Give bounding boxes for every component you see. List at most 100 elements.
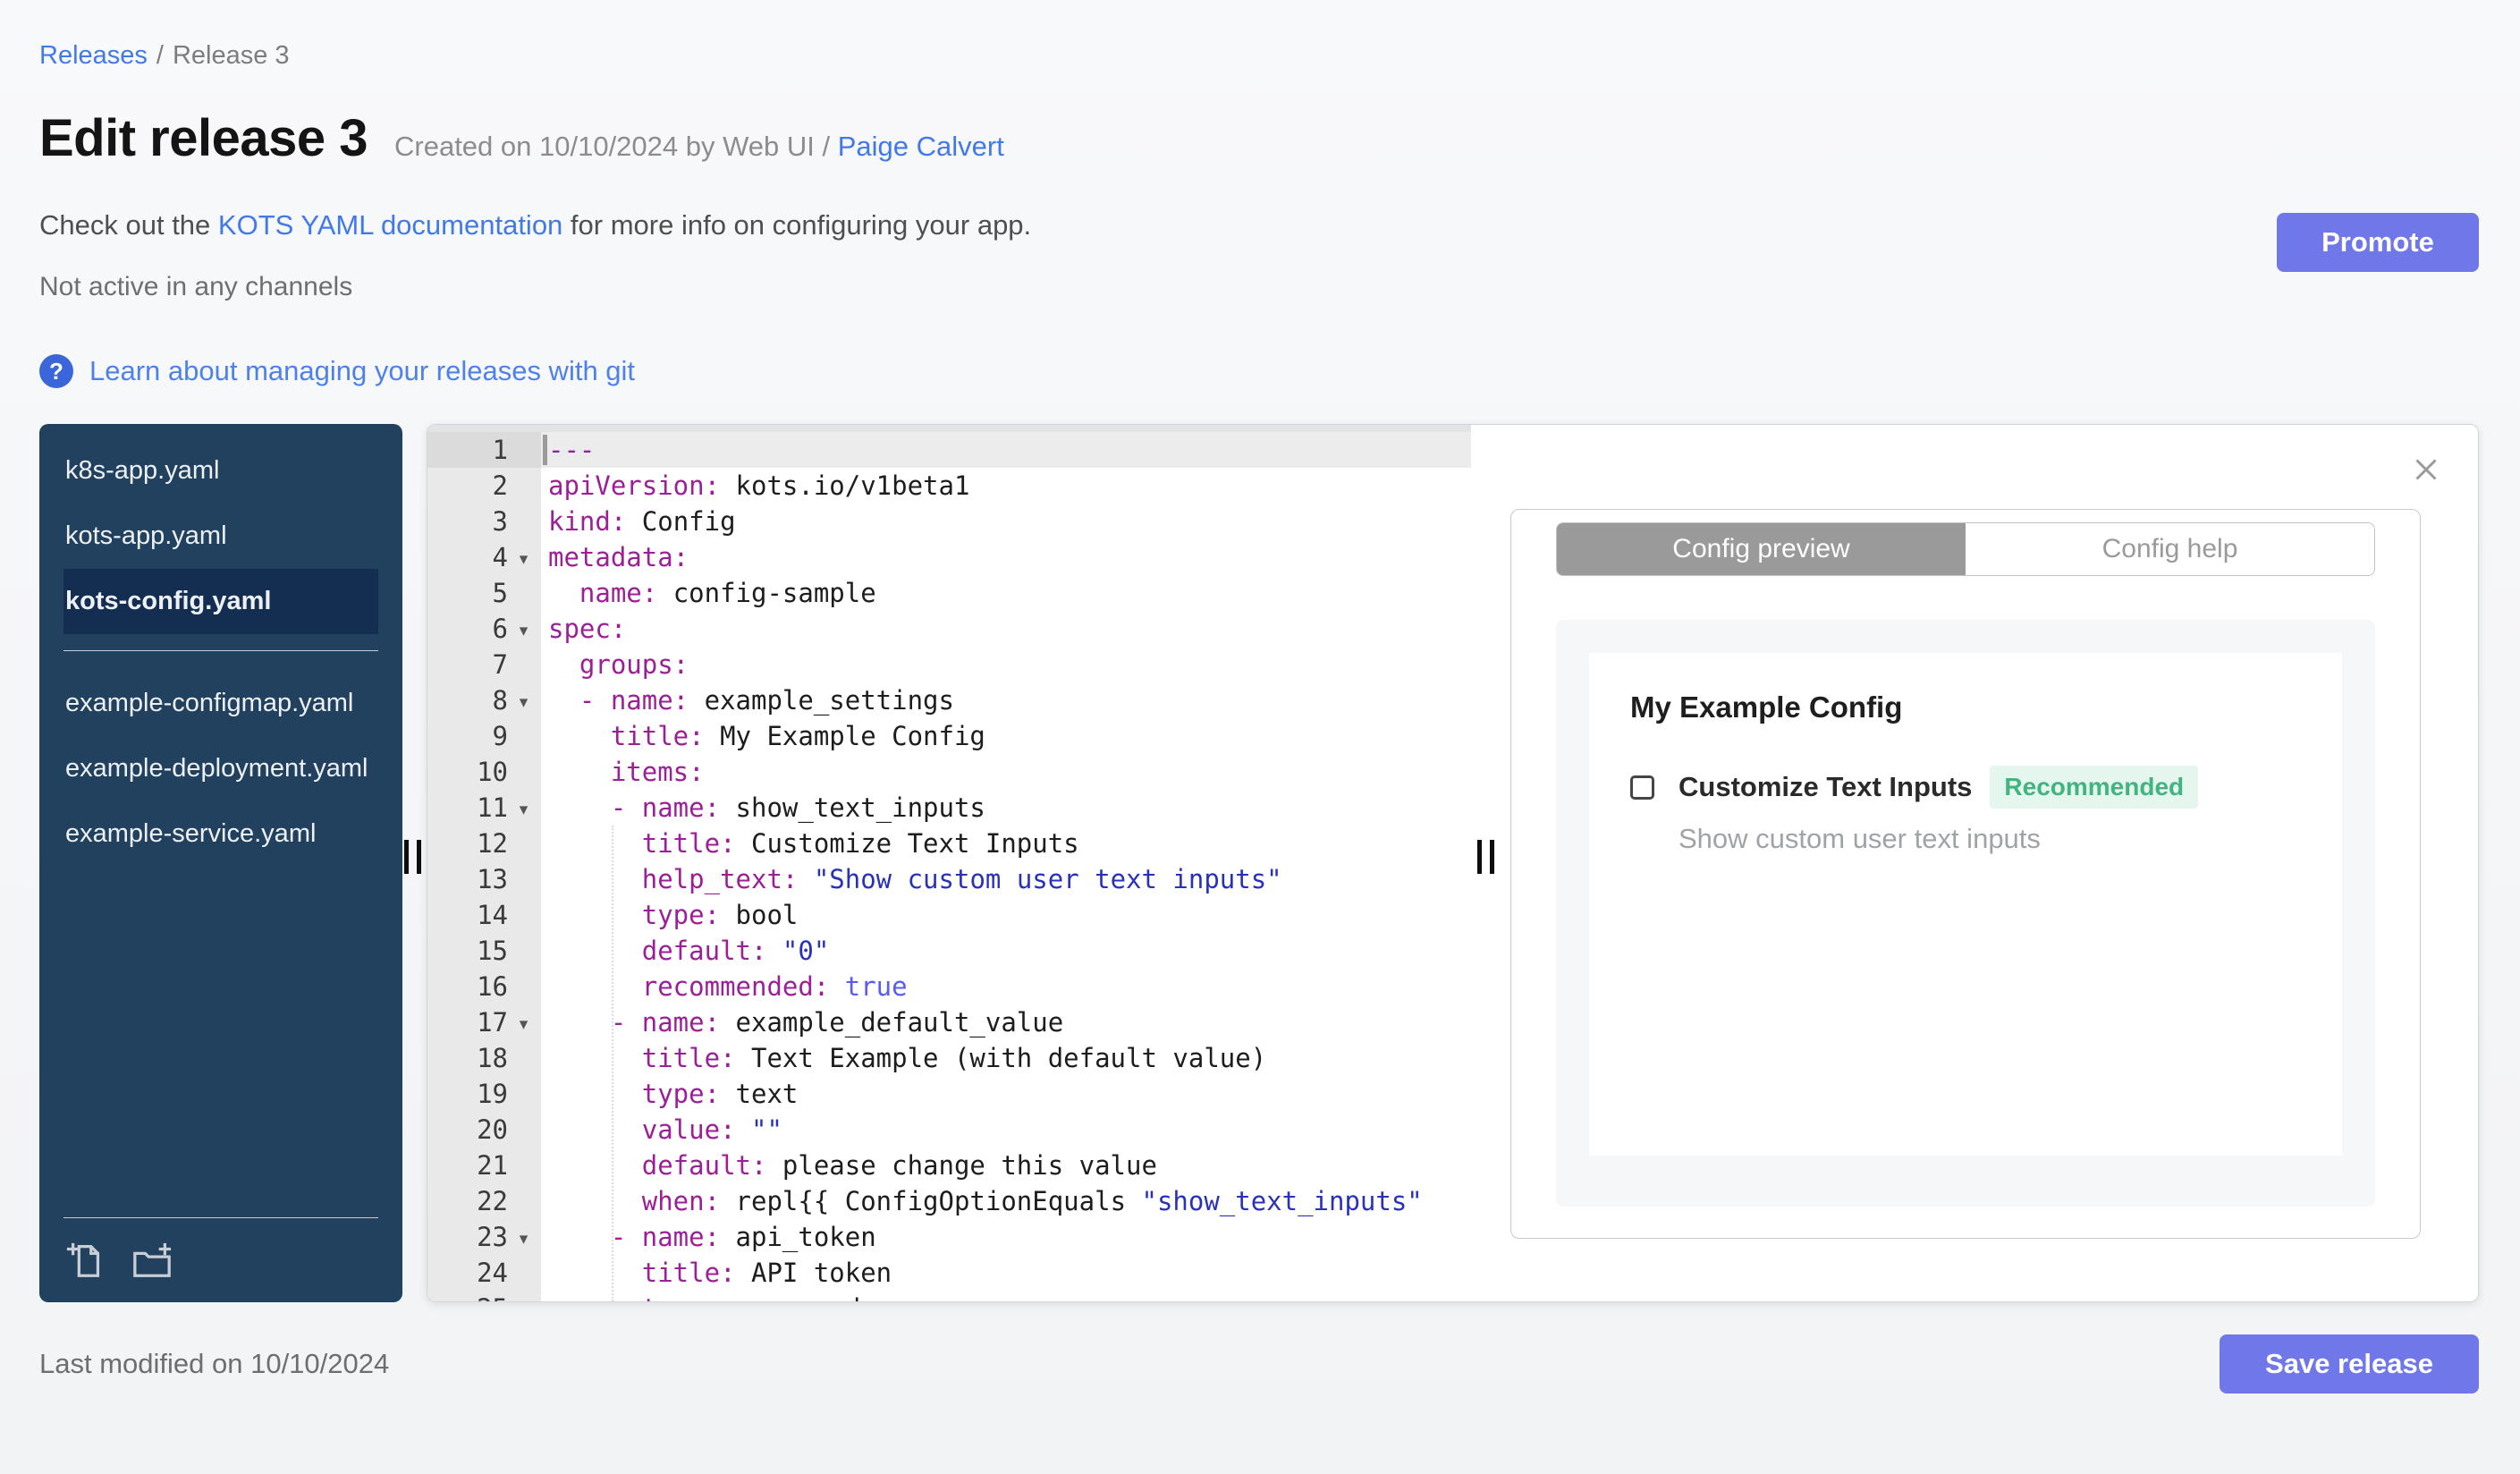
new-file-icon[interactable] [65,1240,106,1281]
config-item-row: Customize Text Inputs Recommended [1630,766,2301,809]
line-number: 5 [492,578,508,608]
fold-toggle-line-8[interactable]: ▾ [508,680,539,721]
line-number: 22 [477,1186,508,1216]
docs-prefix: Check out the [39,209,218,241]
preview-tabs: Config preview Config help [1556,522,2375,576]
fold-toggle-line-4[interactable]: ▾ [508,537,539,578]
breadcrumb-current: Release 3 [172,41,290,70]
fold-toggle-line-23[interactable]: ▾ [508,1216,539,1258]
last-modified-text: Last modified on 10/10/2024 [39,1348,390,1379]
docs-suffix: for more info on configuring your app. [562,209,1032,241]
line-number: 17 [477,1007,508,1038]
line-number: 8 [492,685,508,716]
code-line-16: recommended: true [641,971,908,1002]
preview-resize-handle[interactable] [1477,840,1494,874]
config-group-title: My Example Config [1630,690,1903,724]
gutter-line-1: 1 [427,432,541,468]
code-line-15: default: "0" [641,936,830,966]
config-preview-pane: Config preview Config help My Example Con… [1471,425,2478,1301]
config-item-description: Show custom user text inputs [1679,823,2041,854]
sidebar-file-example-configmap.yaml[interactable]: example-configmap.yaml [63,671,378,736]
breadcrumb-separator: / [156,41,164,70]
sidebar-file-example-deployment.yaml[interactable]: example-deployment.yaml [63,736,378,801]
fold-toggle-line-11[interactable]: ▾ [508,787,539,828]
code-line-19: type: text [641,1079,799,1109]
sidebar-file-k8s-app.yaml[interactable]: k8s-app.yaml [63,438,378,504]
sidebar-divider [63,650,378,651]
save-release-button[interactable]: Save release [2220,1334,2479,1394]
fold-toggle-line-6[interactable]: ▾ [508,608,539,649]
code-line-11: - name: show_text_inputs [610,792,985,823]
code-line-2: apiVersion: kots.io/v1beta1 [548,470,970,501]
code-line-8: - name: example_settings [579,685,954,716]
code-line-24: title: API token [641,1258,892,1288]
code-line-3: kind: Config [548,506,736,537]
git-row: ? Learn about managing your releases wit… [39,354,2479,388]
gutter-line-25: 25 [427,1291,541,1301]
file-list-bottom: example-configmap.yaml example-deployment… [63,671,378,867]
title-row: Edit release 3 Created on 10/10/2024 by … [39,108,2479,168]
gutter-line-15: 15 [427,933,541,969]
code-line-14: type: bool [641,900,799,930]
line-number: 4 [492,542,508,572]
sidebar-file-example-service.yaml[interactable]: example-service.yaml [63,801,378,867]
breadcrumb: Releases / Release 3 [39,41,2479,71]
line-number: 6 [492,614,508,644]
sidebar-footer [63,1217,378,1281]
line-number: 21 [477,1150,508,1181]
page-footer: Last modified on 10/10/2024 Save release [39,1334,2479,1394]
gutter-line-14: 14 [427,897,541,933]
git-releases-link[interactable]: Learn about managing your releases with … [89,355,635,387]
line-number: 23 [477,1222,508,1252]
gutter-line-7: 7 [427,647,541,682]
line-number: 24 [477,1258,508,1288]
sidebar-file-kots-app.yaml[interactable]: kots-app.yaml [63,504,378,569]
code-line-7: groups: [579,649,689,680]
line-number: 9 [492,721,508,751]
customize-text-inputs-checkbox[interactable] [1630,775,1654,800]
tab-config-preview[interactable]: Config preview [1557,523,1966,575]
code-line-12: title: Customize Text Inputs [641,828,1079,859]
editor-code-area[interactable]: --- apiVersion: kots.io/v1beta1 kind: Conf… [541,425,1471,1301]
gutter-line-18: 18 [427,1040,541,1076]
fold-toggle-line-17[interactable]: ▾ [508,1002,539,1043]
code-line-20: value: "" [641,1114,782,1145]
kots-yaml-docs-link[interactable]: KOTS YAML documentation [218,209,562,241]
line-number: 14 [477,900,508,930]
gutter-line-19: 19 [427,1076,541,1112]
gutter-line-16: 16 [427,969,541,1004]
gutter-line-2: 2 [427,468,541,504]
tab-config-help[interactable]: Config help [1966,523,2374,575]
release-editor-page: Releases / Release 3 Edit release 3 Create… [0,0,2520,1394]
code-line-1: --- [541,432,1471,468]
editor-gutter: 1 2 3 4 ▾ 5 6 ▾ 7 8 ▾ 9 10 11 ▾ 12 13 14 15 16 17 ▾ 18 19 20 21 22… [427,425,541,1301]
line-number: 20 [477,1114,508,1145]
editor-workspace: k8s-app.yaml kots-app.yaml kots-config.yam… [39,424,2479,1302]
author-link[interactable]: Paige Calvert [838,131,1004,162]
sidebar-file-kots-config.yaml[interactable]: kots-config.yaml [63,569,378,634]
new-folder-icon[interactable] [131,1240,173,1281]
gutter-line-9: 9 [427,718,541,754]
sidebar-resize-handle[interactable] [404,840,421,874]
breadcrumb-releases-link[interactable]: Releases [39,41,148,70]
yaml-editor[interactable]: 1 2 3 4 ▾ 5 6 ▾ 7 8 ▾ 9 10 11 ▾ 12 13 14 15 16 17 ▾ 18 19 20 21 22… [427,425,1471,1301]
promote-button[interactable]: Promote [2277,213,2479,272]
resize-bar [1490,840,1494,874]
gutter-line-12: 12 [427,826,541,861]
config-card: My Example Config Customize Text Inputs … [1589,653,2342,1156]
close-icon[interactable] [2410,453,2442,486]
config-item-label: Customize Text Inputs [1679,771,1973,802]
gutter-line-10: 10 [427,754,541,790]
editor-preview-container: 1 2 3 4 ▾ 5 6 ▾ 7 8 ▾ 9 10 11 ▾ 12 13 14 15 16 17 ▾ 18 19 20 21 22… [427,424,2479,1302]
help-circle-icon[interactable]: ? [39,354,73,388]
